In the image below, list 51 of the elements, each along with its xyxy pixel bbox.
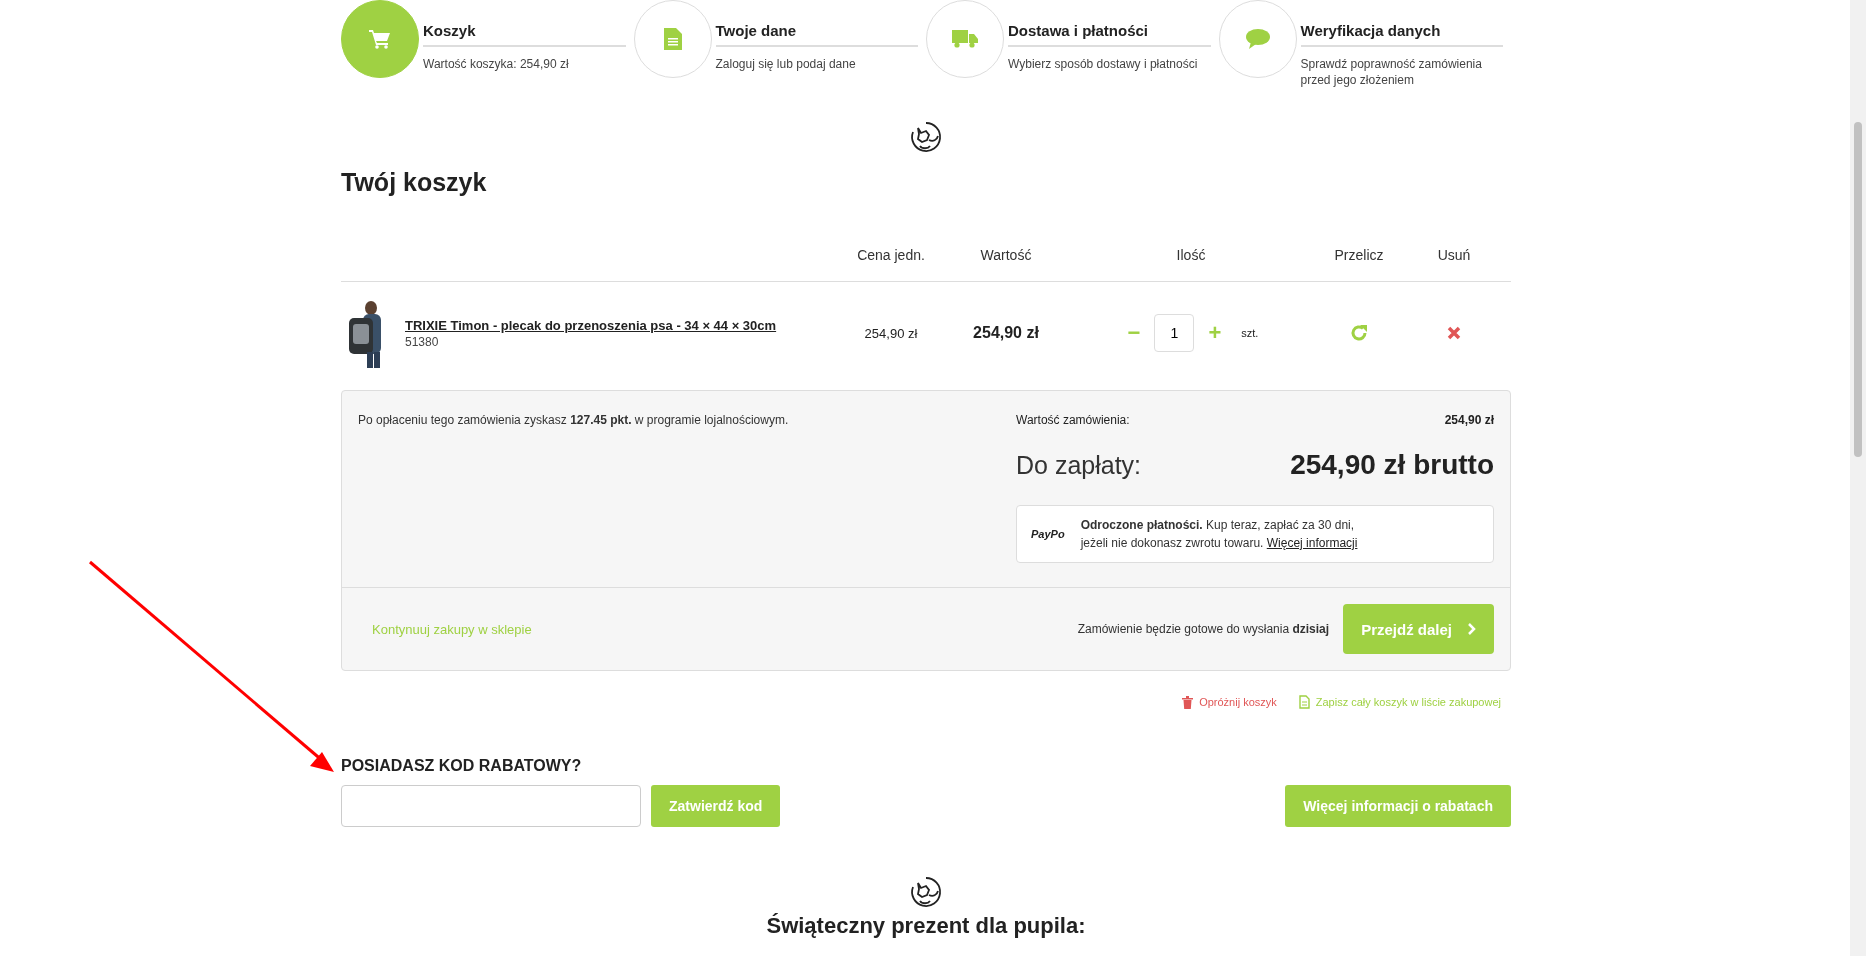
unit-label: szt. [1241,327,1259,339]
quantity-field[interactable]: 1 [1154,314,1195,352]
product-link[interactable]: TRIXIE Timon - plecak do przenoszenia psa - 34 × 44 × 30cm [405,317,777,333]
to-pay-label: Do zapłaty: [1016,450,1142,480]
column-header: Ilość [1176,247,1206,263]
more-info-link[interactable]: Więcej informacji [1266,536,1358,550]
discount-heading: POSIADASZ KOD RABATOWY? [341,757,582,775]
step-title: Koszyk [423,0,626,47]
scrollbar[interactable] [1850,0,1866,956]
product-code: 51380 [405,334,440,349]
trash-icon [1182,695,1194,709]
chevron-right-icon [1468,623,1476,635]
document-icon [663,28,682,50]
increase-button[interactable]: + [1204,320,1226,346]
remove-icon[interactable] [1447,326,1461,340]
submit-code-button[interactable]: Zatwierdź kod [651,785,781,827]
order-value-label: Wartość zamówienia: [1016,413,1130,427]
step-subtitle: Wybierz sposób dostawy i płatności [1008,56,1199,72]
step-subtitle: Wartość koszyka: 254,90 zł [423,56,570,72]
cart-icon [369,29,391,49]
continue-shopping-link[interactable]: Kontynuuj zakupy w sklepie [372,621,532,637]
paypo-text: jeżeli nie dokonasz zwrotu towaru. [1080,536,1264,550]
unit-price: 254,90 zł [864,325,918,341]
section-heading: Świąteczny prezent dla pupila: [766,913,1086,938]
paypo-text: Odroczone płatności. Kup teraz, zapłać za 30 dni, [1080,517,1356,534]
column-header: Cena jedn. [857,247,925,263]
column-header: Usuń [1437,247,1471,263]
speech-bubble-icon [1245,29,1270,49]
step-subtitle: Zaloguj się lub podaj dane [715,56,857,72]
truck-icon [952,30,978,48]
cart-action-link[interactable]: Zapisz cały koszyk w liście zakupowej [1298,695,1501,709]
document-icon [1298,695,1310,709]
step-title: Dostawa i płatności [1008,0,1211,47]
discount-info-button[interactable]: Więcej informacji o rabatach [1285,785,1511,827]
item-value: 254,90 zł [973,324,1039,342]
step-title: Weryfikacja danych [1300,0,1503,47]
cart-action-link[interactable]: Opróżnij koszyk [1182,695,1277,709]
paypo-logo: PayPo [1031,528,1065,540]
discount-code-field[interactable] [341,785,641,827]
column-header: Wartość [980,247,1032,263]
decrease-button[interactable]: − [1123,320,1145,346]
page-title: Twój koszyk [341,168,487,197]
column-header: Przelicz [1334,247,1384,263]
ready-note: Zamówienie będzie gotowe do wysłania dzisiaj [1077,622,1330,636]
loyalty-note: Po opłaceniu tego zamówienia zyskasz 127.45 pkt. w programie lojalnościowym. [358,413,789,429]
to-pay-amount: 254,90 zł brutto [1290,449,1494,481]
step-subtitle: Sprawdź poprawność zamówienia przed jego złożeniem [1300,56,1483,88]
refresh-icon[interactable] [1350,324,1368,342]
order-value: 254,90 zł [1444,413,1494,427]
step-title: Twoje dane [715,0,918,47]
next-button[interactable]: Przejdź dalej [1343,604,1494,654]
